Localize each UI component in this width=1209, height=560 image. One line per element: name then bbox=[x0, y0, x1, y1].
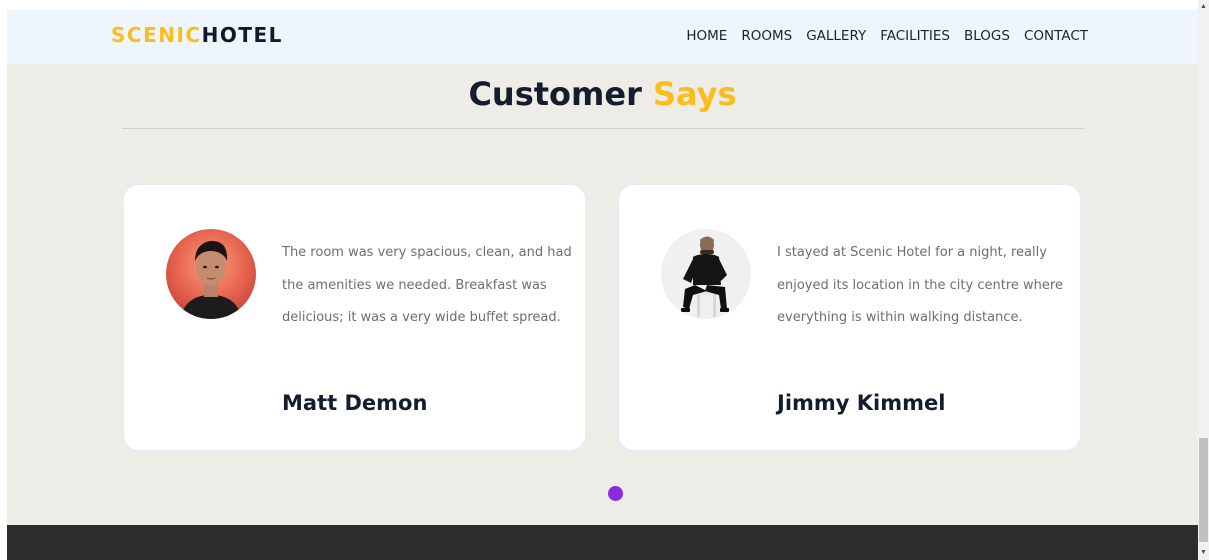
testimonial-card: The room was very spacious, clean, and h… bbox=[123, 184, 586, 451]
footer bbox=[7, 525, 1198, 560]
scroll-down-arrow-icon[interactable]: ▼ bbox=[1198, 546, 1209, 560]
testimonial-author: Matt Demon bbox=[282, 391, 428, 415]
brand-part-hotel: HOTEL bbox=[201, 23, 283, 47]
avatar bbox=[166, 229, 256, 319]
nav-home[interactable]: HOME bbox=[686, 27, 727, 45]
page: SCENICHOTEL HOME ROOMS GALLERY FACILITIE… bbox=[0, 0, 1209, 560]
scroll-thumb[interactable] bbox=[1199, 438, 1208, 542]
top-strip bbox=[0, 0, 1198, 10]
section-title: Customer Says bbox=[7, 72, 1198, 116]
avatar-jimmy-kimmel-image bbox=[661, 229, 751, 319]
nav-facilities[interactable]: FACILITIES bbox=[880, 27, 950, 45]
carousel-dot-active[interactable] bbox=[608, 486, 623, 501]
nav-rooms[interactable]: ROOMS bbox=[741, 27, 792, 45]
testimonials-section: Customer Says The room was very spacious… bbox=[7, 64, 1198, 525]
brand-logo[interactable]: SCENICHOTEL bbox=[111, 24, 283, 46]
nav-gallery[interactable]: GALLERY bbox=[806, 27, 866, 45]
testimonial-quote: I stayed at Scenic Hotel for a night, re… bbox=[777, 245, 1063, 325]
avatar-matt-demon-image bbox=[166, 229, 256, 319]
nav-contact[interactable]: CONTACT bbox=[1024, 27, 1088, 45]
scroll-up-arrow-icon[interactable]: ▲ bbox=[1198, 0, 1209, 14]
avatar bbox=[661, 229, 751, 319]
testimonial-author: Jimmy Kimmel bbox=[777, 391, 946, 415]
vertical-scrollbar[interactable]: ▲ ▼ bbox=[1198, 0, 1209, 560]
section-divider bbox=[122, 128, 1085, 129]
brand-part-scenic: SCENIC bbox=[111, 23, 202, 47]
navbar: SCENICHOTEL HOME ROOMS GALLERY FACILITIE… bbox=[7, 10, 1198, 64]
testimonial-quote: The room was very spacious, clean, and h… bbox=[282, 245, 572, 325]
section-title-main: Customer bbox=[468, 75, 642, 113]
nav-blogs[interactable]: BLOGS bbox=[964, 27, 1010, 45]
main-nav: HOME ROOMS GALLERY FACILITIES BLOGS CONT… bbox=[686, 27, 1088, 45]
section-title-accent: Says bbox=[653, 75, 737, 113]
testimonial-card: I stayed at Scenic Hotel for a night, re… bbox=[618, 184, 1081, 451]
